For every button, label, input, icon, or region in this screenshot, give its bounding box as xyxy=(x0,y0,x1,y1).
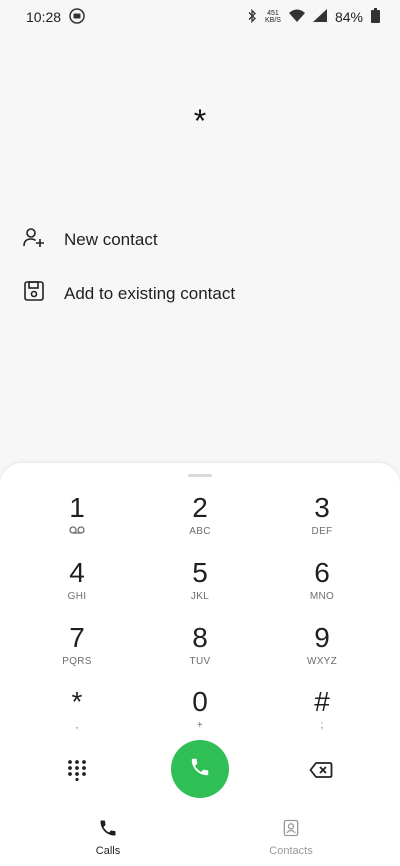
key-letters: PQRS xyxy=(62,656,92,667)
wifi-icon xyxy=(288,9,305,25)
key-0[interactable]: 0 + xyxy=(140,687,260,745)
status-left: 10:28 xyxy=(26,7,85,27)
net-speed: 451 KB/S xyxy=(265,10,281,24)
key-letters: + xyxy=(196,720,204,731)
add-person-icon xyxy=(22,225,46,254)
add-to-existing-contact-action[interactable]: Add to existing contact xyxy=(22,279,235,308)
key-digit: 2 xyxy=(192,492,208,523)
key-letters: ABC xyxy=(189,526,211,537)
key-2[interactable]: 2 ABC xyxy=(140,493,260,551)
key-digit: # xyxy=(314,686,330,717)
phone-icon xyxy=(98,818,118,841)
key-letters: TUV xyxy=(189,656,211,667)
sheet-drag-handle[interactable] xyxy=(188,474,212,477)
tab-contacts[interactable]: Contacts xyxy=(231,818,351,857)
key-digit: 5 xyxy=(192,557,208,588)
key-digit: 7 xyxy=(69,622,85,653)
bluetooth-icon xyxy=(247,8,257,26)
key-star[interactable]: * , xyxy=(17,687,137,745)
key-4[interactable]: 4 GHI xyxy=(17,558,137,616)
key-digit: 3 xyxy=(314,492,330,523)
key-letters: DEF xyxy=(311,526,333,537)
net-speed-value: 451 xyxy=(267,10,279,17)
key-digit: 8 xyxy=(192,622,208,653)
key-letters: , xyxy=(75,720,79,731)
status-time: 10:28 xyxy=(26,9,62,25)
screen-record-icon xyxy=(69,7,85,27)
new-contact-label: New contact xyxy=(64,229,158,249)
add-to-existing-contact-label: Add to existing contact xyxy=(64,283,236,303)
key-9[interactable]: 9 WXYZ xyxy=(262,623,382,681)
key-8[interactable]: 8 TUV xyxy=(140,623,260,681)
dialpad-toggle-icon[interactable] xyxy=(66,759,88,782)
status-bar: 10:28 451 KB/S 84% xyxy=(0,0,400,34)
save-icon xyxy=(22,279,46,308)
key-3[interactable]: 3 DEF xyxy=(262,493,382,551)
new-contact-action[interactable]: New contact xyxy=(22,225,158,254)
cell-signal-icon xyxy=(312,9,327,25)
dialed-number-display: * xyxy=(193,103,207,139)
backspace-icon[interactable] xyxy=(309,759,333,781)
key-digit: * xyxy=(71,686,83,717)
dialpad-sheet: 1 2 ABC 3 DEF 4 GHI 5 JKL 6 MNO 7 PQRS 8… xyxy=(0,463,400,866)
key-7[interactable]: 7 PQRS xyxy=(17,623,137,681)
key-letters: GHI xyxy=(67,591,87,602)
battery-percent: 84% xyxy=(334,9,363,25)
key-hash[interactable]: # ; xyxy=(262,687,382,745)
phone-icon xyxy=(189,756,211,783)
key-digit: 4 xyxy=(69,557,85,588)
status-right: 451 KB/S 84% xyxy=(247,8,380,26)
key-digit: 9 xyxy=(314,622,330,653)
call-button[interactable] xyxy=(171,740,229,798)
net-speed-unit: KB/S xyxy=(265,17,281,24)
key-5[interactable]: 5 JKL xyxy=(140,558,260,616)
tab-calls-label: Calls xyxy=(95,845,121,857)
key-letters: WXYZ xyxy=(306,656,338,667)
key-digit: 6 xyxy=(314,557,330,588)
tab-calls[interactable]: Calls xyxy=(48,818,168,857)
battery-icon xyxy=(371,8,380,26)
voicemail-icon xyxy=(69,526,85,538)
key-6[interactable]: 6 MNO xyxy=(262,558,382,616)
key-1[interactable]: 1 xyxy=(17,493,137,551)
key-letters: JKL xyxy=(190,591,210,602)
contacts-icon xyxy=(281,818,301,841)
key-digit: 0 xyxy=(192,686,208,717)
key-letters: MNO xyxy=(309,591,335,602)
key-digit: 1 xyxy=(69,492,85,523)
key-letters: ; xyxy=(320,720,324,731)
tab-contacts-label: Contacts xyxy=(269,845,313,857)
